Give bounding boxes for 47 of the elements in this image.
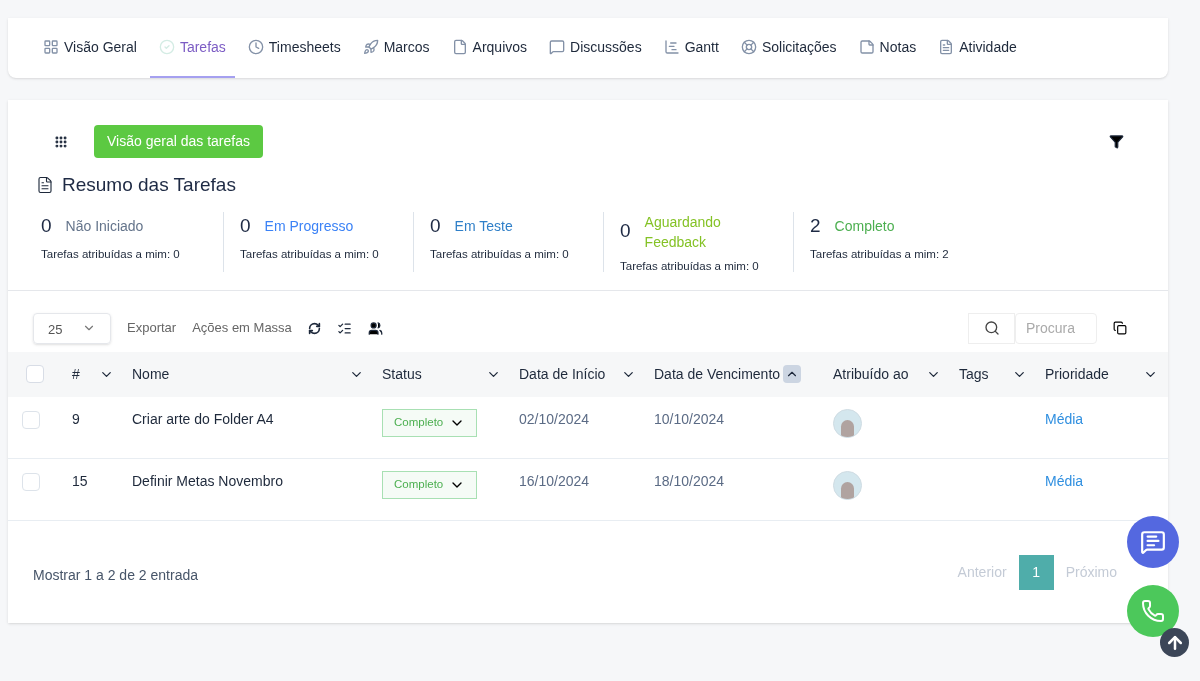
column-header[interactable]: Data de Vencimento [654,363,781,385]
tab[interactable]: Solicitações [731,18,846,78]
tab[interactable]: Marcos [353,18,439,78]
stat-assigned-text: Tarefas atribuídas a mim: 0 [620,258,760,274]
task-name-link[interactable]: Definir Metas Novembro [132,472,283,489]
stat-assigned-text: Tarefas atribuídas a mim: 2 [810,247,950,262]
column-header[interactable]: Nome [132,363,170,385]
table-cell: 9 [72,410,80,427]
tab[interactable]: Notas [849,18,926,78]
entries-info: Mostrar 1 a 2 de 2 entrada [33,565,198,585]
task-name-link[interactable]: Criar arte do Folder A4 [132,410,274,427]
column-header[interactable]: Tags [959,363,989,385]
stat-label[interactable]: Em Teste [454,215,565,236]
column-header[interactable]: # [72,363,80,385]
tab[interactable]: Discussões [540,18,651,78]
search-field[interactable]: Procura [1015,312,1097,344]
tab[interactable]: Tarefas [149,18,235,78]
stat-label[interactable]: Em Progresso [264,215,375,236]
table-cell: 18/10/2024 [654,472,725,489]
table-cell: 02/10/2024 [519,410,590,427]
stat-count: 0 [620,219,631,244]
tab[interactable]: Atividade [929,18,1026,78]
priority-text: Média [1045,410,1084,427]
column-header[interactable]: Prioridade [1045,363,1109,385]
column-header[interactable]: Atribuído ao [833,363,909,385]
page-size-select[interactable]: 25 [33,312,111,344]
stat-count: 0 [41,213,52,238]
table-cell: 15 [72,472,88,489]
tab[interactable]: Timesheets [238,18,350,78]
stat-assigned-text: Tarefas atribuídas a mim: 0 [240,247,380,262]
stat-assigned-text: Tarefas atribuídas a mim: 0 [430,247,570,262]
stat-count: 2 [810,213,821,238]
toolbar-link[interactable]: Exportar [127,318,177,338]
summary-title: Resumo das Tarefas [62,173,236,197]
toolbar-link[interactable]: Ações em Massa [192,318,292,338]
priority-text: Média [1045,472,1084,489]
table-cell: 16/10/2024 [519,472,590,489]
tab[interactable]: Arquivos [442,18,537,78]
stat-assigned-text: Tarefas atribuídas a mim: 0 [41,247,181,262]
table-cell: 10/10/2024 [654,410,725,427]
stat-label[interactable]: Não Iniciado [65,215,176,236]
stat-count: 0 [240,213,251,238]
stat-count: 0 [430,213,441,238]
column-header[interactable]: Status [382,363,422,385]
tab[interactable]: Gantt [654,18,728,78]
tab[interactable]: Visão Geral [34,18,146,78]
column-header[interactable]: Data de Início [519,363,606,385]
